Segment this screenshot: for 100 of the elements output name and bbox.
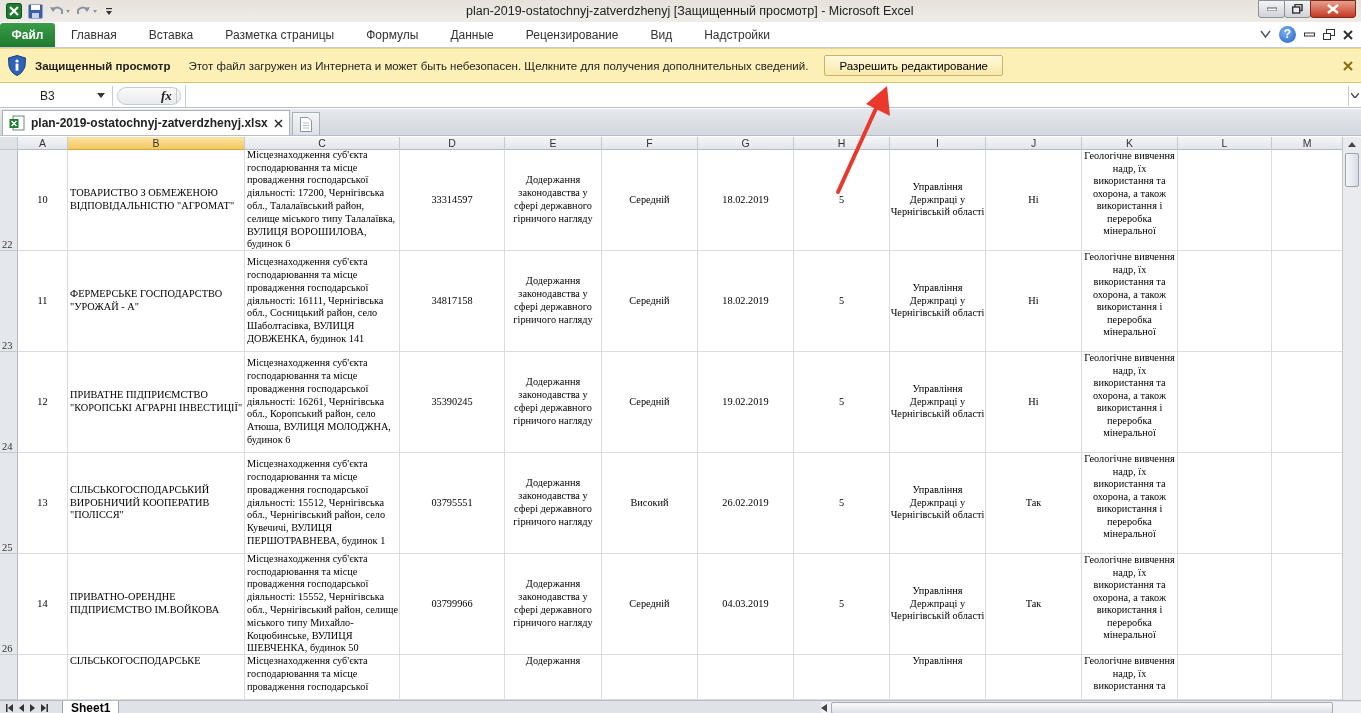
- close-button[interactable]: [1310, 0, 1356, 18]
- minimize-ribbon-icon[interactable]: [1260, 30, 1271, 39]
- row-header[interactable]: 25: [0, 453, 18, 554]
- table-cell: Геологічне вивчення надр, їх використання та охорона, а також використання і переробка мінеральної: [1082, 554, 1178, 655]
- table-cell: 14: [18, 554, 68, 655]
- scroll-left-arrow-icon[interactable]: [821, 703, 827, 712]
- insert-function-button[interactable]: fx: [161, 87, 177, 104]
- table-cell: 5: [794, 352, 890, 453]
- table-cell: Місцезнаходження суб'єкта господарювання та місце провадження господарської діяльності: 17200, Чернігівська обл., Талалаївський район, селище міського типу Талалаївка, ВУЛИЦЯ ВОРОШИЛОВА, будинок 6: [245, 150, 400, 251]
- table-cell: Управління Держпраці у Чернігівській області: [890, 150, 986, 251]
- row-header[interactable]: 22: [0, 150, 18, 251]
- table-cell: Місцезнаходження суб'єкта господарювання та місце провадження господарської діяльності: 15512, Чернігівська обл., Чернігівський район, село Кувечичі, ВУЛИЦЯ ПЕРШОТРАВНЕВА, будинок 1: [245, 453, 400, 554]
- table-cell: Управління Держпраці у Чернігівській області: [890, 251, 986, 352]
- table-cell: Додержання законодавства у сфері державного гірничого нагляду: [505, 554, 602, 655]
- close-icon: [1327, 4, 1339, 14]
- table-cell: ПРИВАТНЕ ПІДПРИЄМСТВО "КОРОПСЬКІ АГРАРНІ ІНВЕСТИЦІЇ": [68, 352, 245, 453]
- table-cell: 33314597: [400, 150, 505, 251]
- first-sheet-icon[interactable]: [6, 703, 13, 712]
- close-icon[interactable]: [273, 118, 283, 128]
- previous-sheet-icon[interactable]: [19, 703, 24, 712]
- table-cell: 03799966: [400, 554, 505, 655]
- excel-file-icon: [9, 115, 25, 131]
- excel-logo-icon: [6, 3, 22, 19]
- column-header[interactable]: F: [602, 137, 698, 150]
- table-cell: 5: [794, 150, 890, 251]
- table-cell: Ні: [986, 150, 1082, 251]
- table-cell: Геологічне вивчення надр, їх використання та охорона, а також використання і переробка мінеральної: [1082, 352, 1178, 453]
- info-shield-icon: [8, 55, 26, 76]
- expand-formula-bar-button[interactable]: [1348, 85, 1361, 106]
- close-icon[interactable]: [1343, 29, 1353, 40]
- row-header[interactable]: 26: [0, 554, 18, 655]
- table-cell: Додержання законодавства у сфері державного гірничого нагляду: [505, 150, 602, 251]
- column-header[interactable]: I: [890, 137, 986, 150]
- row-header[interactable]: 23: [0, 251, 18, 352]
- table-cell: 03795551: [400, 453, 505, 554]
- new-document-tab[interactable]: [291, 112, 320, 135]
- minimize-icon: [1266, 7, 1277, 11]
- document-tab[interactable]: plan-2019-ostatochnyj-zatverdzhenyj.xlsx: [2, 110, 290, 135]
- minimize-icon[interactable]: [1304, 32, 1315, 37]
- restore-icon: [1292, 4, 1303, 14]
- protected-view-message[interactable]: Этот файл загружен из Интернета и может быть небезопасен. Щелкните для получения дополнительных сведений.: [188, 59, 809, 72]
- ribbon-tab[interactable]: Данные: [434, 22, 510, 47]
- table-cell: Високий: [602, 453, 698, 554]
- column-header[interactable]: B: [68, 137, 245, 150]
- formula-bar-divider-handle[interactable]: [117, 86, 181, 105]
- table-cell: 34817158: [400, 251, 505, 352]
- save-icon[interactable]: [28, 3, 43, 19]
- ribbon-tab[interactable]: Вставка: [132, 22, 210, 47]
- column-header[interactable]: K: [1082, 137, 1178, 150]
- table-cell: Середній: [602, 352, 698, 453]
- sheet-tab[interactable]: Sheet1: [62, 701, 120, 713]
- table-cell: 18.02.2019: [698, 150, 794, 251]
- window-title: plan-2019-ostatochnyj-zatverdzhenyj [Защищенный просмотр] - Microsoft Excel: [466, 4, 915, 18]
- table-cell: СІЛЬСЬКОГОСПОДАРСЬКИЙ ВИРОБНИЧИЙ КООПЕРАТИВ "ПОЛІССЯ": [68, 453, 245, 554]
- restore-button[interactable]: [1284, 0, 1311, 18]
- table-cell: 18.02.2019: [698, 251, 794, 352]
- table-cell: Середній: [602, 150, 698, 251]
- ribbon-tab[interactable]: Формулы: [350, 22, 435, 47]
- name-box[interactable]: B3: [0, 85, 113, 106]
- last-sheet-icon[interactable]: [41, 703, 48, 712]
- table-cell: 26.02.2019: [698, 453, 794, 554]
- dropdown-caret-icon[interactable]: [96, 93, 105, 98]
- caret-icon: [1351, 93, 1359, 98]
- next-sheet-icon[interactable]: [30, 703, 35, 712]
- table-cell: Геологічне вивчення надр, їх використання та охорона, а також використання і переробка мінеральної: [1082, 453, 1178, 554]
- column-header[interactable]: E: [505, 137, 602, 150]
- table-cell: Місцезнаходження суб'єкта господарювання та місце провадження господарської діяльності: 16111, Чернігівська обл., Сосницький район, село Шаболтасівка, ВУЛИЦЯ ДОВЖЕНКА, будинок 141: [245, 251, 400, 352]
- blank-page-icon: [299, 116, 312, 132]
- ribbon-tab[interactable]: Главная: [55, 22, 133, 47]
- file-tab[interactable]: Файл: [0, 23, 55, 47]
- table-cell: Місцезнаходження суб'єкта господарювання та місце провадження господарської діяльності: 16261, Чернігівська обл., Коропський район, село Атюша, ВУЛИЦЯ МОЛОДЖНА, будинок 6: [245, 352, 400, 453]
- column-header[interactable]: A: [18, 137, 68, 150]
- protected-view-title: Защищенный просмотр: [35, 59, 171, 72]
- ribbon-tab[interactable]: Рецензирование: [509, 22, 635, 47]
- scroll-up-arrow-icon[interactable]: [1348, 141, 1356, 147]
- ribbon-tab[interactable]: Надстройки: [688, 22, 786, 47]
- column-header[interactable]: D: [400, 137, 505, 150]
- column-header[interactable]: C: [245, 137, 400, 150]
- table-cell: 5: [794, 251, 890, 352]
- row-header[interactable]: 24: [0, 352, 18, 453]
- restore-icon[interactable]: [1323, 29, 1335, 40]
- customize-caret-icon[interactable]: [105, 5, 113, 17]
- ribbon-tab[interactable]: Разметка страницы: [209, 22, 351, 47]
- table-cell: Так: [986, 453, 1082, 554]
- table-cell: 04.03.2019: [698, 554, 794, 655]
- table-cell: 13: [18, 453, 68, 554]
- table-cell: 5: [794, 554, 890, 655]
- column-header[interactable]: M: [1272, 137, 1342, 150]
- column-header[interactable]: J: [986, 137, 1082, 150]
- vertical-scrollbar[interactable]: [1342, 137, 1361, 700]
- table-cell: ТОВАРИСТВО З ОБМЕЖЕНОЮ ВІДПОВІДАЛЬНІСТЮ "АГРОМАТ": [68, 150, 245, 251]
- column-header[interactable]: H: [794, 137, 890, 150]
- table-cell: Середній: [602, 554, 698, 655]
- ribbon-tab[interactable]: Вид: [634, 22, 689, 47]
- enable-editing-button[interactable]: Разрешить редактирование: [824, 55, 1003, 76]
- column-header[interactable]: L: [1178, 137, 1272, 150]
- column-header[interactable]: G: [698, 137, 794, 150]
- scrollbar-thumb[interactable]: [1345, 153, 1359, 187]
- table-cell: Ні: [986, 352, 1082, 453]
- table-cell: ПРИВАТНО-ОРЕНДНЕ ПІДПРИЄМСТВО ІМ.ВОЙКОВА: [68, 554, 245, 655]
